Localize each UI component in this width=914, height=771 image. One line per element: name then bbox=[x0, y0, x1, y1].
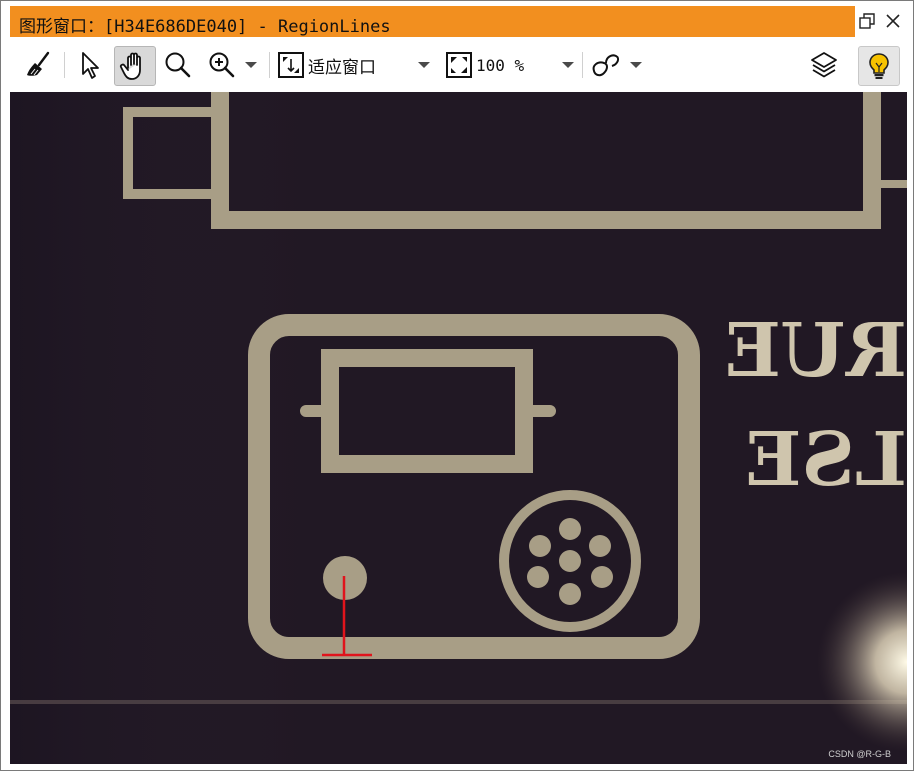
pcb-image: RUE LSE bbox=[10, 92, 907, 764]
watermark: CSDN @R-G-B bbox=[828, 749, 891, 759]
window-title: 图形窗口：[H34E686DE040] - RegionLines bbox=[19, 17, 391, 37]
mirrored-text-line-2: LSE bbox=[745, 417, 907, 503]
fit-mode-label: 适应窗口 bbox=[308, 57, 376, 78]
zoom-level-value: 100 % bbox=[476, 55, 525, 75]
region-shape-icon bbox=[592, 54, 620, 77]
zoom-dropdown-button[interactable] bbox=[242, 46, 260, 84]
toolbar-separator bbox=[582, 52, 583, 78]
chevron-down-icon bbox=[245, 62, 257, 68]
zoom-percent-icon bbox=[446, 52, 472, 78]
draw-mode-dropdown[interactable] bbox=[590, 46, 648, 84]
graphics-window: 图形窗口：[H34E686DE040] - RegionLines 适应窗口 1… bbox=[0, 0, 914, 771]
fit-window-icon bbox=[278, 52, 304, 78]
zoom-in-icon bbox=[209, 52, 235, 78]
magnify-tool-button[interactable] bbox=[160, 46, 196, 84]
hand-icon bbox=[119, 52, 141, 80]
mirrored-text-line-1: RUE bbox=[725, 308, 907, 394]
fit-window-icon-button[interactable] bbox=[276, 46, 306, 84]
lightbulb-icon bbox=[869, 53, 889, 79]
toolbar-separator bbox=[269, 52, 270, 78]
hints-button[interactable] bbox=[858, 46, 900, 86]
toolbar: 适应窗口 100 % bbox=[10, 38, 907, 92]
layers-icon bbox=[811, 52, 837, 78]
zoom-tool-button[interactable] bbox=[204, 46, 240, 84]
close-icon bbox=[886, 14, 900, 28]
chevron-down-icon bbox=[418, 62, 430, 68]
pan-tool-button[interactable] bbox=[114, 46, 156, 86]
clear-button[interactable] bbox=[20, 46, 56, 84]
close-window-button[interactable] bbox=[882, 10, 904, 32]
zoom-percent-icon-button[interactable] bbox=[444, 46, 474, 84]
chevron-down-icon bbox=[562, 62, 574, 68]
pointer-arrow-icon bbox=[82, 52, 99, 79]
layers-button[interactable] bbox=[806, 46, 842, 84]
magnifier-icon bbox=[165, 52, 191, 78]
title-bar[interactable]: 图形窗口：[H34E686DE040] - RegionLines bbox=[10, 6, 855, 37]
toolbar-separator bbox=[64, 52, 65, 78]
select-tool-button[interactable] bbox=[72, 46, 108, 84]
broom-icon bbox=[27, 51, 50, 76]
image-canvas[interactable]: RUE LSE CSDN @R-G-B bbox=[10, 92, 907, 764]
restore-window-button[interactable] bbox=[856, 10, 878, 32]
chevron-down-icon bbox=[630, 62, 642, 68]
zoom-level-dropdown[interactable]: 100 % bbox=[476, 46, 576, 84]
restore-window-icon bbox=[859, 13, 875, 29]
fit-mode-dropdown[interactable]: 适应窗口 bbox=[308, 46, 432, 84]
